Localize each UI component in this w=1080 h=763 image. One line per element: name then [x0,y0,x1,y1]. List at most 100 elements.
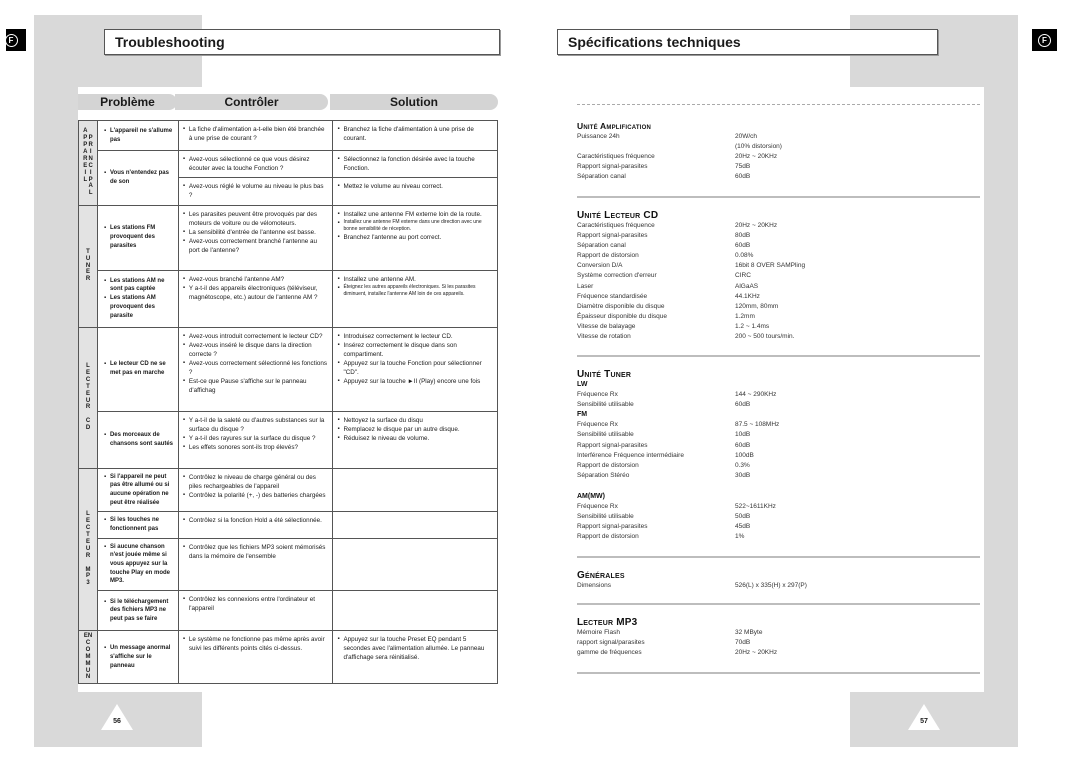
section-divider [577,556,980,558]
language-badge-right: F [1032,29,1057,51]
spec-value: 20W/ch [735,133,758,140]
spec-label: Sensibilité utilisable [577,431,634,439]
spec-label: Fréquence standardisée [577,292,648,300]
spec-row: Sensibilité utilisable 60dB [577,400,980,410]
spec-subsection-title: LW [577,381,588,388]
problem-text: Les stations FM provoquent des parasites [104,224,174,250]
category-label: A P P A R E I L P R I N C I P A L [78,120,98,206]
spec-value: 50dB [735,513,751,521]
spec-value: 20Hz ~ 20KHz [735,222,778,229]
spec-label: Vitesse de rotation [577,333,631,341]
spec-row: Rapport signal-parasites 75dB [577,162,980,172]
spec-label: Diamètre disponible du disque [577,302,665,310]
problem-cell: Vous n'entendez pas de son [96,150,179,206]
spec-row: Rapport signal-parasites 80dB [577,231,980,241]
spec-row: Rapport signal-parasites 45dB [577,522,980,532]
page-number-triangle-left [101,704,133,730]
spec-row: Interférence Fréquence intermédiaire 100d… [577,451,980,461]
spec-value: 80dB [735,232,751,240]
category-vertical-text: A P P A R E I L P R I N C I P A L [80,128,96,197]
solution-item: Remplacez le disque par un autre disque. [337,425,493,434]
category-label: L E C T E U R M P 3 [78,467,98,632]
spec-label: Fréquence Rx [577,503,618,511]
problem-text: Si l'appareil ne peut pas être allumé ou… [104,473,174,508]
problem-cell: Un message anormal s'affiche sur le pann… [96,630,179,685]
spec-value: (10% distorsion) [735,143,782,151]
category-label: EN C O M M U N [78,630,98,685]
spec-label: Rapport signal-parasites [577,163,648,171]
category-vertical-text: T U N E R [85,248,91,283]
problem-text: Si le téléchargement des fichiers MP3 ne… [104,598,174,624]
check-cell: Contrôlez le niveau de charge général ou… [177,467,334,513]
check-item: Avez-vous branché l'antenne AM? [183,275,329,284]
spec-section: Unité Lecteur CD Caractéristiques fréquen… [577,210,980,342]
spec-label: Séparation Stéréo [577,471,630,479]
spec-label: Interférence Fréquence intermédiaire [577,451,684,459]
spec-label: Caractéristiques fréquence [577,153,655,161]
spec-row: Séparation canal 60dB [577,241,980,251]
spec-value: 16bit 8 OVER SAMPling [735,262,806,270]
spec-subsection-title: FM [577,411,588,419]
solution-item: Installez une antenne AM. [337,275,493,284]
check-item: Avez-vous réglé le volume au niveau le p… [183,182,329,200]
spec-value: 20Hz ~ 20KHz [735,649,778,657]
solution-item: Appuyez sur la touche Fonction pour séle… [337,359,493,377]
spec-value: 144 ~ 290KHz [735,391,777,399]
spec-row: Épaisseur disponible du disque 1.2mm [577,312,980,322]
spec-value: 0.08% [735,252,754,260]
problem-cell: Des morceaux de chansons sont sautés [96,410,179,469]
spec-label: Laser [577,282,594,290]
spec-row: Fréquence Rx 87.5 ~ 108MHz [577,420,980,430]
solution-cell: Mettez le volume au niveau correct. [332,177,498,206]
problem-cell: Si les touches ne fonctionnent pas [96,511,179,539]
solution-cell: Branchez la fiche d'alimentation à une p… [332,120,498,151]
check-item: Avez-vous introduit correctement le lect… [183,332,329,341]
check-item: Contrôlez le niveau de charge général ou… [183,473,329,491]
table-row: A P P A R E I L P R I N C I P A L L'appar… [78,120,498,206]
check-cell: Y a-t-il de la saleté ou d'autres substa… [177,410,334,469]
spec-section: Unité Tuner LW Fréquence Rx 144 ~ 290KHz Sen… [577,369,980,542]
spec-label: Épaisseur disponible du disque [577,312,667,320]
spec-section-title: Générales [577,570,625,581]
problem-text: Des morceaux de chansons sont sautés [104,431,174,448]
category-vertical-text: L E C T E U R C D [85,363,91,432]
problem-text: Si les touches ne fonctionnent pas [104,516,174,533]
problem-cell: Si l'appareil ne peut pas être allumé ou… [96,467,179,513]
spec-label: Puissance 24h [577,133,620,140]
dashed-divider [577,104,980,105]
spec-label: Sensibilité utilisable [577,401,634,409]
language-badge-left: F [4,29,26,51]
spec-section: Lecteur MP3 Mémoire Flash 32 MByte rapport … [577,617,980,658]
spec-label: Fréquence Rx [577,421,618,429]
table-row: Vous n'entendez pas de son Avez-vous séle… [79,149,498,206]
solution-cell [332,467,498,513]
spec-value: 60dB [735,173,751,181]
solution-item: Branchez l'antenne au port correct. [337,233,493,242]
table-row: Si le téléchargement des fichiers MP3 ne… [79,590,498,632]
spec-row: Séparation canal 60dB [577,172,980,182]
spec-label: gamme de fréquences [577,649,642,657]
spec-label: Rapport de distorsion [577,533,639,541]
solution-item: Appuyez sur la touche Preset EQ pendant … [337,635,493,662]
table-row: L E C T E U R C D Le lecteur CD ne se met… [78,326,498,469]
spec-section: Unité Amplification Puissance 24h 20W/ch (1… [577,121,980,182]
solution-item: Mettez le volume au niveau correct. [337,182,493,191]
spec-value: 75dB [735,163,751,171]
spec-row: Sensibilité utilisable 10dB [577,430,980,440]
category-vertical-text: EN C O M M U N [83,633,93,681]
language-f-icon: F [1038,33,1051,47]
header-solution: Solution [330,94,498,110]
spec-value: 1% [735,533,745,541]
spec-value: 1.2 ~ 1.4ms [735,322,770,330]
spec-row: Caractéristiques fréquence 20Hz ~ 20KHz [577,221,980,231]
check-cell: Les parasites peuvent être provoqués par… [177,204,334,271]
spec-row: Vitesse de balayage 1.2 ~ 1.4ms [577,322,980,332]
spec-value: 30dB [735,471,751,479]
solution-item: Éteignez les autres appareils électroniq… [337,284,493,299]
spec-label: Rapport de distorsion [577,252,639,260]
check-item: Y a-t-il des appareils électroniques (té… [183,284,329,302]
check-item: Avez-vous correctement branché l'antenne… [183,237,329,255]
table-header: Problème Contrôler Solution [78,94,498,110]
check-cell: Contrôlez les connexions entre l'ordinat… [177,590,334,632]
solution-item: Sélectionnez la fonction désirée avec la… [337,155,493,173]
